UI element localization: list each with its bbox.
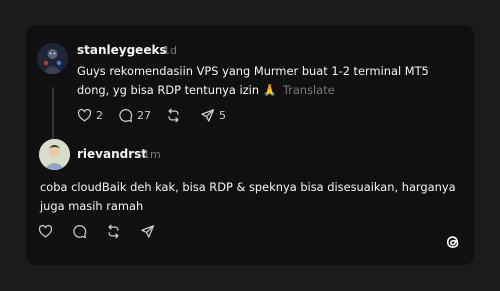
- comment-icon: [119, 108, 133, 122]
- share-button[interactable]: [140, 223, 155, 239]
- reply-button[interactable]: [72, 223, 87, 239]
- share-button[interactable]: 5: [200, 107, 226, 123]
- heart-icon: [77, 108, 92, 121]
- avatar-stanleygeeks[interactable]: [37, 43, 68, 74]
- post-text: coba cloudBaik deh kak, bisa RDP & spekn…: [40, 180, 456, 213]
- repost-icon: [168, 108, 179, 122]
- send-icon: [201, 108, 215, 122]
- post-actions: [38, 223, 174, 239]
- post-actions: 2 27 5: [77, 107, 241, 123]
- like-button[interactable]: 2: [77, 107, 103, 123]
- repost-button[interactable]: [106, 223, 121, 239]
- like-button[interactable]: [38, 223, 53, 239]
- post-text: Guys rekomendasiin VPS yang Murmer buat …: [77, 62, 462, 100]
- post-timestamp[interactable]: 1m: [143, 148, 161, 161]
- translate-link[interactable]: Translate: [283, 83, 335, 97]
- reply-button[interactable]: 27: [118, 107, 151, 123]
- like-count: 2: [96, 108, 103, 122]
- repost-button[interactable]: [166, 107, 185, 123]
- threads-logo-icon[interactable]: [444, 233, 462, 251]
- post-author[interactable]: rievandrst: [77, 147, 147, 161]
- comment-icon: [73, 224, 87, 238]
- avatar-rievandrst[interactable]: [39, 139, 70, 170]
- post-body: Guys rekomendasiin VPS yang Murmer buat …: [77, 64, 429, 97]
- post-timestamp[interactable]: 1d: [163, 44, 177, 57]
- reply-count: 27: [137, 108, 151, 122]
- share-count: 5: [219, 108, 226, 122]
- heart-icon: [38, 224, 53, 237]
- thread-connector-line: [52, 87, 54, 139]
- post-author[interactable]: stanleygeeks: [77, 43, 167, 57]
- send-icon: [141, 224, 155, 238]
- repost-icon: [108, 224, 119, 238]
- thread-card: stanleygeeks 1d Guys rekomendasiin VPS y…: [26, 25, 474, 265]
